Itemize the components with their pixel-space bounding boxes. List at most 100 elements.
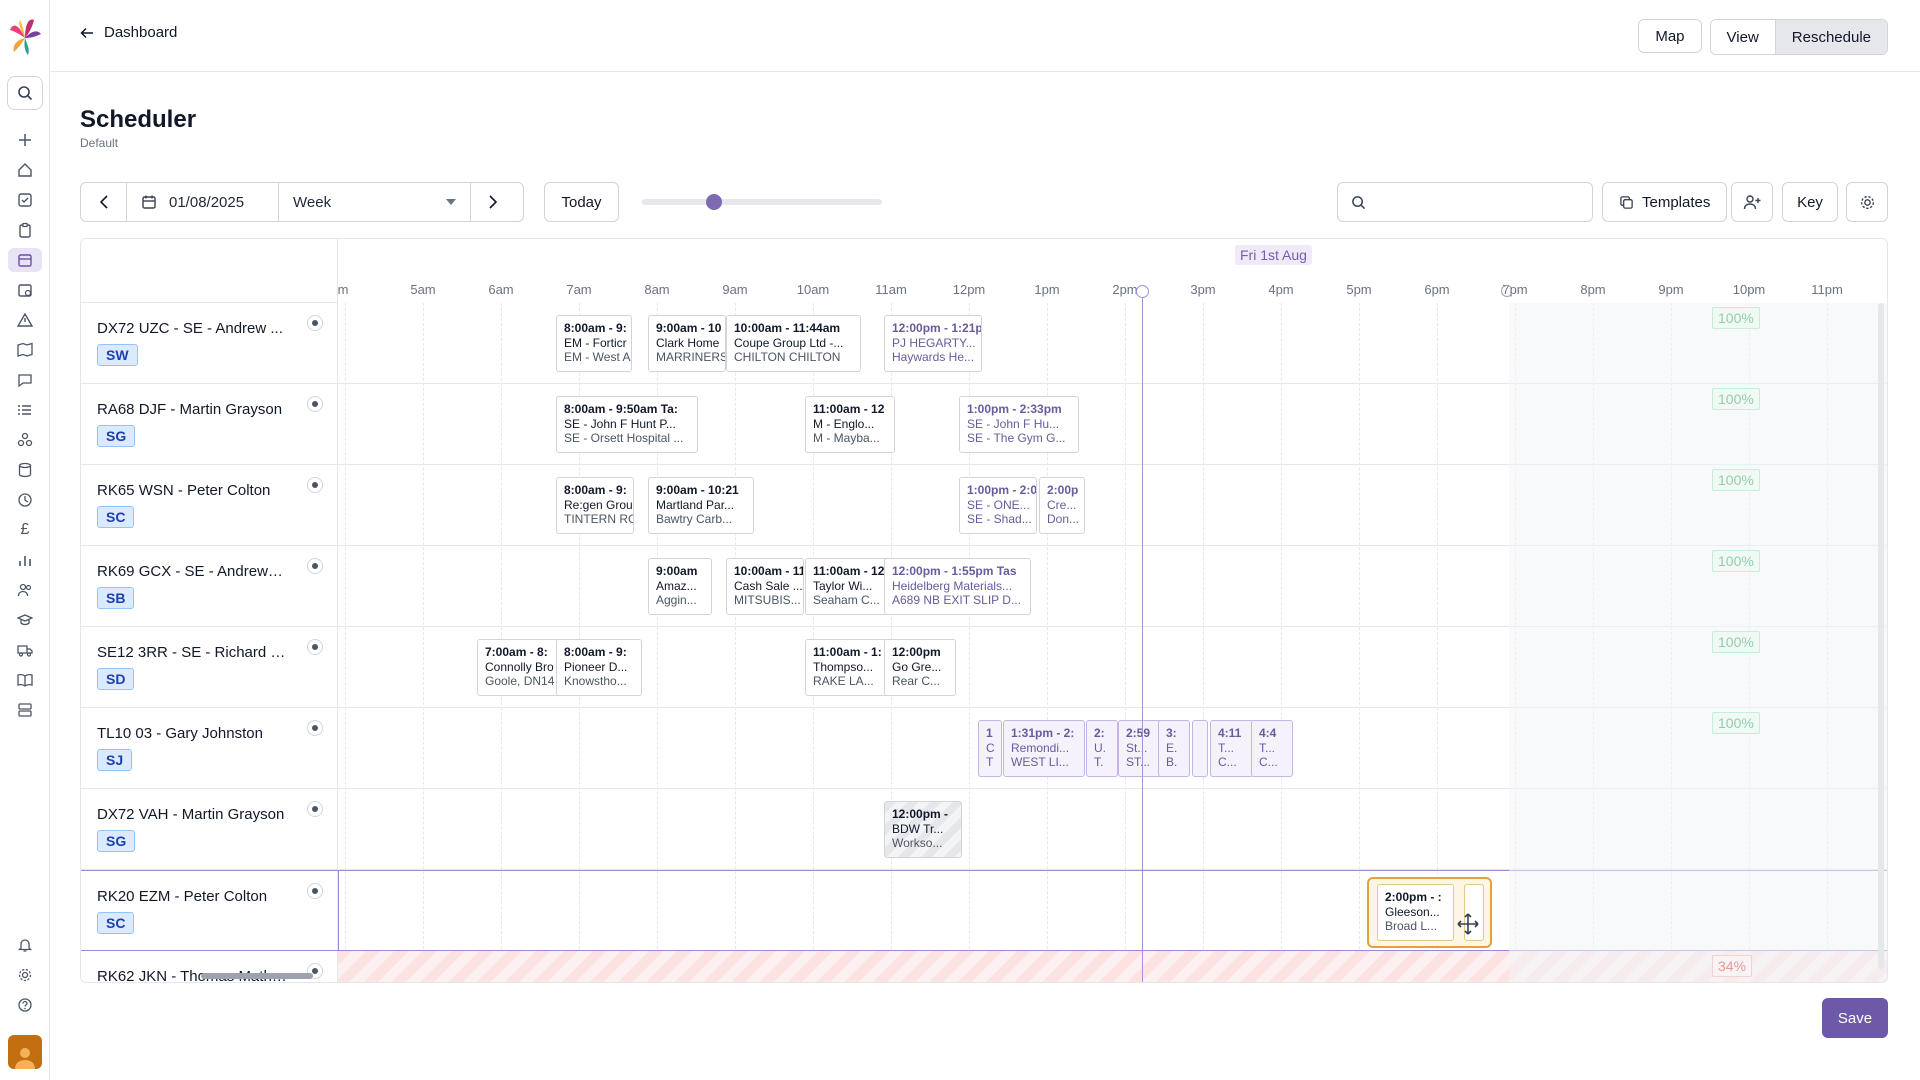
users-icon[interactable] [13, 578, 37, 602]
top-bar: Dashboard Map View Reschedule [50, 0, 1920, 72]
map-button[interactable]: Map [1638, 19, 1702, 53]
calendar-clock-icon[interactable] [13, 278, 37, 302]
resource-label[interactable]: DX72 VAH - Martin Grayson SG [81, 789, 338, 869]
job-card[interactable]: 2: U. T. [1086, 720, 1118, 777]
back-to-dashboard-link[interactable]: Dashboard [80, 24, 177, 41]
message-icon[interactable] [13, 368, 37, 392]
resource-status-dot-icon[interactable] [307, 558, 323, 574]
pound-icon[interactable]: £ [13, 518, 37, 542]
job-card[interactable]: 11:00am - 12 M - Englo... M - Mayba... [805, 396, 895, 453]
resource-label[interactable]: RK69 GCX - SE - Andrew B... SB [81, 546, 338, 626]
resource-status-dot-icon[interactable] [307, 801, 323, 817]
job-customer: Amaz... [656, 578, 697, 593]
truck-icon[interactable] [13, 638, 37, 662]
job-card[interactable]: 12:00pm - 1:55pm Tas Heidelberg Materials… [884, 558, 1031, 615]
job-card[interactable]: 7:00am - 8: Connolly Bro Goole, DN14 [477, 639, 567, 696]
job-card[interactable]: 9:00am - 10 Clark Home MARRINERS [648, 315, 726, 372]
clock-icon[interactable] [13, 488, 37, 512]
job-card[interactable]: 4:4 T... C... [1251, 720, 1293, 777]
list-icon[interactable] [13, 398, 37, 422]
bell-icon[interactable] [13, 933, 37, 957]
job-card[interactable]: 1:00pm - 2:0 SE - ONE... SE - Shad... [959, 477, 1037, 534]
resource-label[interactable]: DX72 UZC - SE - Andrew ... SW [81, 303, 338, 383]
horizontal-scrollbar[interactable] [201, 973, 313, 979]
job-time: 9:00am - 10 [656, 321, 722, 335]
job-card[interactable]: 2:00pm - : Gleeson... Broad L... [1377, 884, 1454, 941]
help-icon[interactable] [13, 993, 37, 1017]
plus-icon[interactable] [13, 128, 37, 152]
job-card[interactable]: 12:00pm Go Gre... Rear C... [884, 639, 956, 696]
search-input[interactable] [1376, 194, 1576, 210]
resource-label[interactable]: RA68 DJF - Martin Grayson SG [81, 384, 338, 464]
job-card[interactable]: 10:00am - 11:44am Coupe Group Ltd -... CHI… [726, 315, 861, 372]
resource-status-dot-icon[interactable] [307, 883, 323, 899]
resource-label[interactable]: RK20 EZM - Peter Colton SC [81, 871, 338, 950]
drag-selection[interactable]: 2:00pm - : Gleeson... Broad L... [1367, 877, 1492, 948]
job-card[interactable]: 1CT [978, 720, 1002, 777]
view-button[interactable]: View [1710, 20, 1775, 54]
checklist-icon[interactable] [13, 188, 37, 212]
job-time: 3: [1166, 726, 1177, 740]
layout-icon[interactable] [13, 698, 37, 722]
resource-status-dot-icon[interactable] [307, 315, 323, 331]
job-card[interactable]: 4:11 T... C... [1210, 720, 1254, 777]
app-logo-icon[interactable] [8, 16, 42, 56]
resource-status-dot-icon[interactable] [307, 720, 323, 736]
reschedule-button[interactable]: Reschedule [1774, 20, 1887, 54]
view-select[interactable]: Week [278, 183, 470, 221]
job-card[interactable]: 9:00am Amaz... Aggin... [648, 558, 712, 615]
job-card[interactable]: 10:00am - 11 Cash Sale ... MITSUBIS... [726, 558, 804, 615]
calendar-icon[interactable] [8, 248, 42, 272]
job-card[interactable]: 3: E. B. [1158, 720, 1190, 777]
bar-chart-icon[interactable] [13, 548, 37, 572]
job-card[interactable]: 8:00am - 9: EM - Forticr EM - West A [556, 315, 632, 372]
date-picker[interactable]: 01/08/2025 [126, 183, 278, 221]
gear-icon[interactable] [13, 963, 37, 987]
job-card[interactable]: 1:00pm - 2:33pm SE - John F Hu... SE - The… [959, 396, 1079, 453]
key-button[interactable]: Key [1782, 182, 1838, 222]
user-avatar[interactable] [8, 1035, 42, 1069]
job-card[interactable]: 11:00am - 1: Thompso... RAKE LA... [805, 639, 895, 696]
resource-label[interactable]: SE12 3RR - SE - Richard D... SD [81, 627, 338, 707]
database-icon[interactable] [13, 458, 37, 482]
book-icon[interactable] [13, 668, 37, 692]
job-card[interactable]: 2:59 St... ST... [1118, 720, 1162, 777]
job-card[interactable]: 12:00pm - 1:21p PJ HEGARTY... Haywards He.… [884, 315, 982, 372]
resource-label[interactable]: TL10 03 - Gary Johnston SJ [81, 708, 338, 788]
job-card[interactable]: 9:00am - 10:21 Martland Par... Bawtry Carb… [648, 477, 754, 534]
next-period-button[interactable] [470, 183, 515, 221]
today-button[interactable]: Today [544, 182, 619, 222]
zoom-slider[interactable] [642, 194, 882, 210]
job-card[interactable]: 12:00pm - BDW Tr... Workso... [884, 801, 962, 858]
job-location: MITSUBIS... [734, 593, 801, 607]
job-card[interactable]: 11:00am - 12 Taylor Wi... Seaham C... [805, 558, 895, 615]
home-icon[interactable] [13, 158, 37, 182]
graduation-icon[interactable] [13, 608, 37, 632]
job-card[interactable]: 8:00am - 9: Pioneer D... Knowstho... [556, 639, 642, 696]
network-icon[interactable] [13, 428, 37, 452]
hour-label: 8pm [1580, 282, 1606, 297]
job-card[interactable]: 8:00am - 9: Re:gen Grou TINTERN RC [556, 477, 634, 534]
settings-button[interactable] [1846, 182, 1888, 222]
zoom-slider-handle[interactable] [706, 194, 722, 210]
resource-status-dot-icon[interactable] [307, 639, 323, 655]
job-location: SE - Shad... [967, 512, 1032, 526]
add-user-button[interactable] [1731, 182, 1773, 222]
map-icon[interactable] [13, 338, 37, 362]
warning-icon[interactable] [13, 308, 37, 332]
gear-icon [1860, 195, 1874, 209]
job-customer: EM - Forticr [564, 335, 627, 350]
job-card[interactable]: 2:00p Cre... Don... [1039, 477, 1085, 534]
clipboard-icon[interactable] [13, 218, 37, 242]
save-button[interactable]: Save [1822, 998, 1888, 1038]
resource-label[interactable]: RK65 WSN - Peter Colton SC [81, 465, 338, 545]
resource-status-dot-icon[interactable] [307, 477, 323, 493]
sidebar-search-button[interactable] [7, 76, 43, 110]
job-card[interactable] [1192, 720, 1208, 777]
resource-status-dot-icon[interactable] [307, 396, 323, 412]
previous-period-button[interactable] [81, 183, 126, 221]
vertical-scrollbar[interactable] [1878, 303, 1884, 969]
job-card[interactable]: 8:00am - 9:50am Ta: SE - John F Hunt P...… [556, 396, 698, 453]
templates-button[interactable]: Templates [1602, 182, 1728, 222]
job-card[interactable]: 1:31pm - 2: Remondi... WEST LI... [1003, 720, 1085, 777]
